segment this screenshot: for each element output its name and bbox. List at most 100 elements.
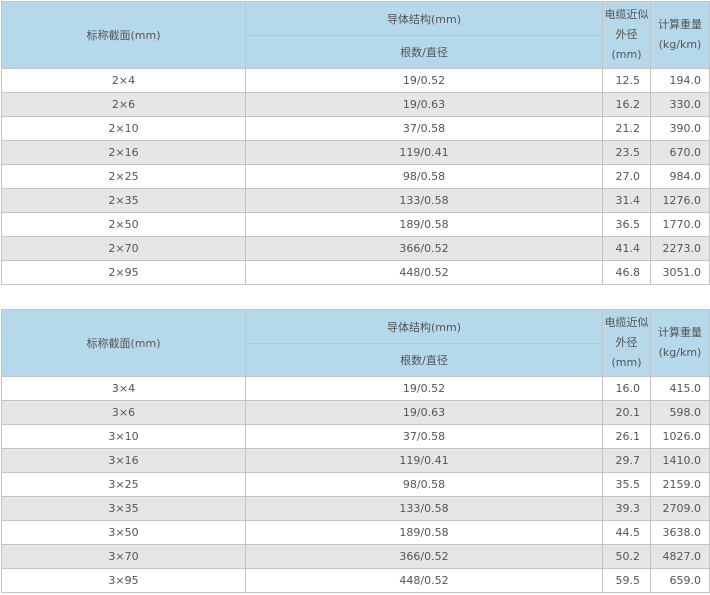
cell-section: 3×16 — [1, 448, 246, 473]
table-row: 2×4 19/0.52 12.5 194.0 — [1, 68, 710, 93]
cell-strands: 133/0.58 — [245, 496, 603, 521]
header-weight: 计算重量(kg/km) — [650, 309, 710, 377]
cell-strands: 19/0.52 — [245, 68, 603, 93]
cell-weight: 670.0 — [650, 140, 710, 165]
cell-diameter: 26.1 — [602, 424, 651, 449]
cell-weight: 2273.0 — [650, 236, 710, 261]
cell-section: 3×10 — [1, 424, 246, 449]
header-conductor: 导体结构(mm) — [245, 1, 603, 36]
cell-strands: 133/0.58 — [245, 188, 603, 213]
cell-weight: 390.0 — [650, 116, 710, 141]
cell-strands: 119/0.41 — [245, 140, 603, 165]
table-row: 3×4 19/0.52 16.0 415.0 — [1, 376, 710, 401]
cell-strands: 19/0.63 — [245, 400, 603, 425]
cell-section: 3×50 — [1, 520, 246, 545]
table-row: 2×35 133/0.58 31.4 1276.0 — [1, 188, 710, 213]
cell-diameter: 12.5 — [602, 68, 651, 93]
cell-strands: 189/0.58 — [245, 212, 603, 237]
cell-weight: 4827.0 — [650, 544, 710, 569]
cell-section: 2×10 — [1, 116, 246, 141]
cell-weight: 1410.0 — [650, 448, 710, 473]
table-row: 2×25 98/0.58 27.0 984.0 — [1, 164, 710, 189]
cell-weight: 3638.0 — [650, 520, 710, 545]
cell-diameter: 27.0 — [602, 164, 651, 189]
table-row: 2×6 19/0.63 16.2 330.0 — [1, 92, 710, 117]
header-section: 标称截面(mm) — [1, 309, 246, 377]
cell-strands: 366/0.52 — [245, 236, 603, 261]
cell-weight: 194.0 — [650, 68, 710, 93]
table-row: 3×16 119/0.41 29.7 1410.0 — [1, 448, 710, 473]
cell-diameter: 59.5 — [602, 568, 651, 593]
cell-section: 2×6 — [1, 92, 246, 117]
header-section: 标称截面(mm) — [1, 1, 246, 69]
cell-weight: 3051.0 — [650, 260, 710, 285]
table-row: 3×10 37/0.58 26.1 1026.0 — [1, 424, 710, 449]
header-row: 标称截面(mm) 导体结构(mm) 电缆近似外径(mm) 计算重量(kg/km) — [1, 309, 710, 377]
cell-diameter: 44.5 — [602, 520, 651, 545]
table-row: 3×50 189/0.58 44.5 3638.0 — [1, 520, 710, 545]
cell-diameter: 35.5 — [602, 472, 651, 497]
cell-diameter: 16.2 — [602, 92, 651, 117]
cell-diameter: 50.2 — [602, 544, 651, 569]
table-row: 3×95 448/0.52 59.5 659.0 — [1, 568, 710, 593]
cell-weight: 659.0 — [650, 568, 710, 593]
table-row: 2×16 119/0.41 23.5 670.0 — [1, 140, 710, 165]
cell-diameter: 29.7 — [602, 448, 651, 473]
header-diameter: 电缆近似外径(mm) — [602, 1, 651, 69]
cell-diameter: 36.5 — [602, 212, 651, 237]
cell-weight: 2709.0 — [650, 496, 710, 521]
header-row: 标称截面(mm) 导体结构(mm) 电缆近似外径(mm) 计算重量(kg/km) — [1, 1, 710, 69]
header-conductor: 导体结构(mm) — [245, 309, 603, 344]
cell-strands: 448/0.52 — [245, 568, 603, 593]
cell-strands: 448/0.52 — [245, 260, 603, 285]
cell-weight: 330.0 — [650, 92, 710, 117]
table-row: 2×95 448/0.52 46.8 3051.0 — [1, 260, 710, 285]
cell-section: 3×25 — [1, 472, 246, 497]
table-row: 2×70 366/0.52 41.4 2273.0 — [1, 236, 710, 261]
cell-strands: 189/0.58 — [245, 520, 603, 545]
cell-strands: 119/0.41 — [245, 448, 603, 473]
cell-section: 3×95 — [1, 568, 246, 593]
cell-diameter: 23.5 — [602, 140, 651, 165]
cell-weight: 1276.0 — [650, 188, 710, 213]
cell-weight: 1770.0 — [650, 212, 710, 237]
table-row: 2×50 189/0.58 36.5 1770.0 — [1, 212, 710, 237]
cell-section: 3×70 — [1, 544, 246, 569]
cell-diameter: 20.1 — [602, 400, 651, 425]
cell-diameter: 31.4 — [602, 188, 651, 213]
cell-weight: 598.0 — [650, 400, 710, 425]
table-row: 3×6 19/0.63 20.1 598.0 — [1, 400, 710, 425]
table-row: 3×25 98/0.58 35.5 2159.0 — [1, 472, 710, 497]
cell-diameter: 39.3 — [602, 496, 651, 521]
cell-section: 2×4 — [1, 68, 246, 93]
cell-section: 3×6 — [1, 400, 246, 425]
cell-section: 2×35 — [1, 188, 246, 213]
cell-strands: 19/0.63 — [245, 92, 603, 117]
header-strands: 根数/直径 — [245, 35, 603, 69]
cell-diameter: 46.8 — [602, 260, 651, 285]
cell-section: 2×16 — [1, 140, 246, 165]
cell-strands: 19/0.52 — [245, 376, 603, 401]
cell-strands: 37/0.58 — [245, 424, 603, 449]
cell-section: 2×50 — [1, 212, 246, 237]
cell-section: 3×4 — [1, 376, 246, 401]
cell-diameter: 41.4 — [602, 236, 651, 261]
cell-weight: 1026.0 — [650, 424, 710, 449]
cell-weight: 984.0 — [650, 164, 710, 189]
cell-section: 2×25 — [1, 164, 246, 189]
spec-table-2: 标称截面(mm) 导体结构(mm) 电缆近似外径(mm) 计算重量(kg/km)… — [1, 309, 710, 593]
cell-weight: 2159.0 — [650, 472, 710, 497]
table-row: 2×10 37/0.58 21.2 390.0 — [1, 116, 710, 141]
cell-section: 3×35 — [1, 496, 246, 521]
table-row: 3×70 366/0.52 50.2 4827.0 — [1, 544, 710, 569]
cell-strands: 98/0.58 — [245, 472, 603, 497]
cell-section: 2×95 — [1, 260, 246, 285]
cell-strands: 98/0.58 — [245, 164, 603, 189]
table-row: 3×35 133/0.58 39.3 2709.0 — [1, 496, 710, 521]
cell-diameter: 21.2 — [602, 116, 651, 141]
cell-strands: 37/0.58 — [245, 116, 603, 141]
header-diameter: 电缆近似外径(mm) — [602, 309, 651, 377]
cell-weight: 415.0 — [650, 376, 710, 401]
cell-section: 2×70 — [1, 236, 246, 261]
cell-diameter: 16.0 — [602, 376, 651, 401]
